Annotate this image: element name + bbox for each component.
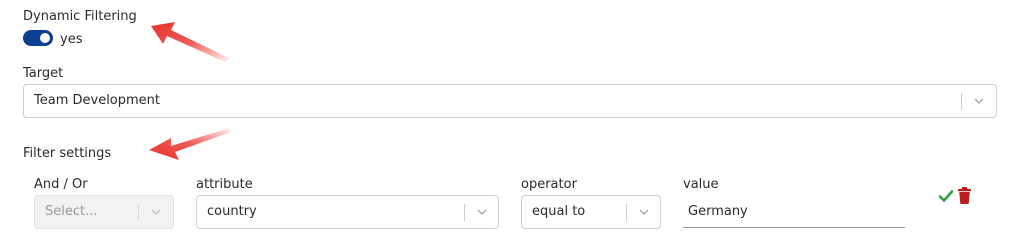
trash-icon[interactable] [957,187,972,204]
select-separator [138,204,139,221]
toggle-knob [40,33,50,43]
and-or-header: And / Or [34,177,88,192]
attribute-value: country [207,204,257,219]
chevron-down-icon[interactable] [971,93,987,109]
check-icon[interactable] [938,188,954,204]
select-separator [464,204,465,221]
chevron-down-icon [151,209,161,215]
select-separator [626,204,627,221]
dynamic-filtering-toggle[interactable] [23,30,53,46]
operator-select[interactable]: equal to [521,195,661,229]
target-select[interactable]: Team Development [23,84,997,118]
red-arrow-icon [149,128,231,160]
target-value: Team Development [34,93,161,108]
red-arrow-icon [151,22,229,62]
toggle-state-text: yes [60,32,83,47]
target-label: Target [23,66,64,81]
dynamic-filtering-label: Dynamic Filtering [23,9,137,24]
value-input[interactable] [683,195,905,228]
value-header: value [683,177,719,192]
select-separator [961,93,962,110]
attribute-select[interactable]: country [196,195,499,229]
chevron-down-icon[interactable] [474,204,490,220]
filter-settings-label: Filter settings [23,146,112,161]
operator-value: equal to [532,204,586,219]
operator-header: operator [521,177,577,192]
chevron-down-icon[interactable] [636,204,652,220]
attribute-header: attribute [196,177,253,192]
and-or-select: Select... [34,195,174,229]
and-or-placeholder: Select... [45,204,98,219]
